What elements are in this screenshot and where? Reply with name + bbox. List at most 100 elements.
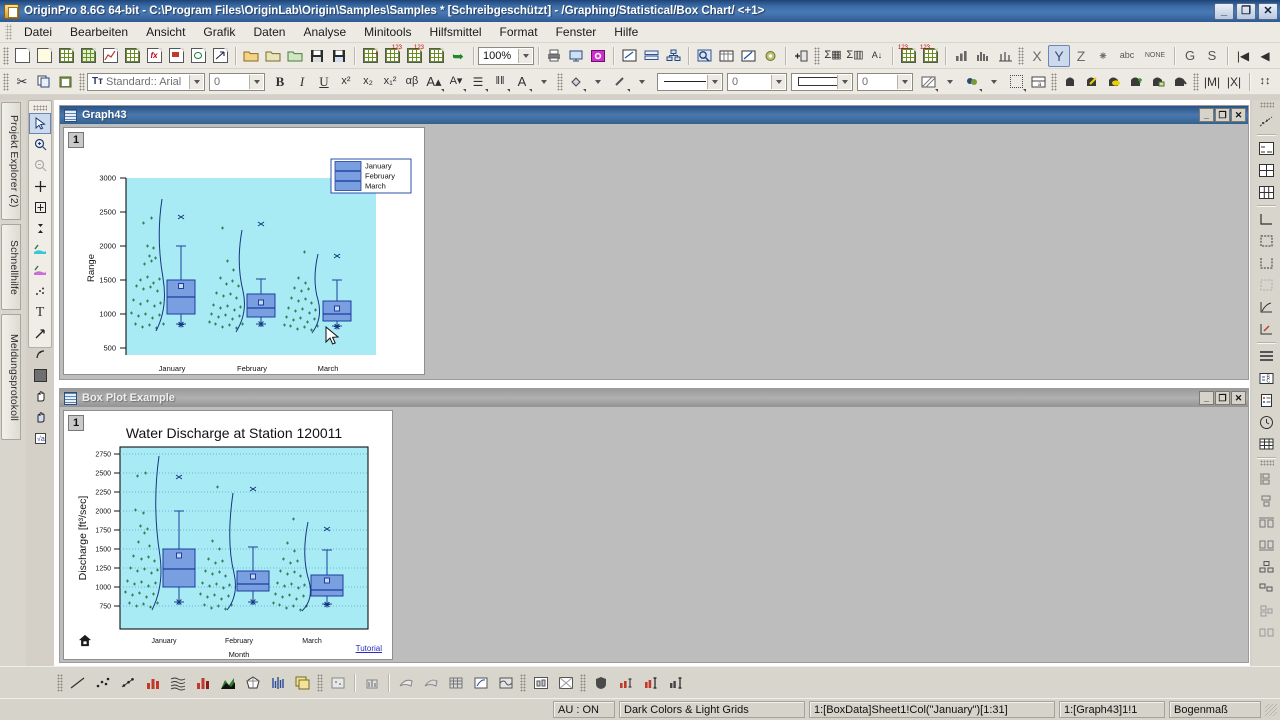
menu-ansicht[interactable]: Ansicht [137,23,194,41]
zoom-combo[interactable]: 100% [478,46,534,65]
font-combo[interactable]: Tᴛ Standard:: Arial [87,72,205,91]
set-as-x-button[interactable]: X [1026,45,1048,67]
wire-surface-icon[interactable] [393,671,418,695]
graph43-plot[interactable]: 3000 2500 2000 1500 1000 500 Range Janua… [64,128,426,376]
screen-reader-icon[interactable] [29,197,51,218]
super-subscript-button[interactable]: x₁² [379,71,401,93]
menu-grip-icon[interactable] [5,24,12,40]
align-palette-grip-icon[interactable] [1259,460,1274,466]
decrease-font-button[interactable]: A▾ [445,71,467,93]
scatter-matrix-icon[interactable] [553,671,578,695]
line-width-dropdown-arrow-icon[interactable] [771,74,785,89]
print-preview-button[interactable] [565,45,587,67]
polar-plot-icon[interactable] [240,671,265,695]
distribute-v-icon[interactable] [1254,578,1279,600]
line-color-dropdown[interactable] [631,71,653,93]
axis-none-icon[interactable] [1254,274,1279,296]
transparency-button[interactable] [1005,71,1027,93]
bar-3d-color-icon[interactable] [359,671,384,695]
high-low-close-icon[interactable] [265,671,290,695]
status-angle-unit[interactable]: Bogenmaß [1169,701,1261,718]
distribute-h-icon[interactable] [1254,556,1279,578]
open-template-button[interactable] [284,45,306,67]
fill-value-combo[interactable]: 0 [857,72,913,91]
tools-palette-grip-icon[interactable] [33,105,47,111]
plot-stack-button[interactable] [994,45,1016,67]
mask-button[interactable] [1169,71,1191,93]
fill-value-dropdown-arrow-icon[interactable] [897,74,911,89]
curved-arrow-icon[interactable] [29,344,51,365]
font-dropdown-arrow-icon[interactable] [189,74,203,89]
sort-button[interactable]: A↓ [866,45,888,67]
results-log-button[interactable] [640,45,662,67]
pan-x-icon[interactable] [29,407,51,428]
set-matrix-values-button[interactable]: 123 [919,45,941,67]
axis-frame-icon[interactable] [1254,252,1279,274]
rescale-button[interactable] [1125,71,1147,93]
minimize-button[interactable]: _ [1214,2,1234,20]
copy-button[interactable] [33,71,55,93]
justify-button[interactable]: ☰ [467,71,489,93]
menu-analyse[interactable]: Analyse [294,23,355,41]
horizontal-align-button[interactable]: ↕↗ [1276,71,1280,93]
underline-button[interactable]: U [313,71,335,93]
gear-button[interactable] [759,45,781,67]
code-builder-button[interactable] [693,45,715,67]
edit-mode-button[interactable] [1081,71,1103,93]
text-tool-icon[interactable]: T [29,302,51,323]
arrow-tool-icon[interactable] [29,323,51,344]
six-panel-icon[interactable] [1254,181,1279,203]
script-window-button[interactable] [737,45,759,67]
italic-button[interactable]: I [291,71,313,93]
fill-color-dropdown[interactable] [587,71,609,93]
mesh-icon[interactable] [443,671,468,695]
scatter-plot-icon[interactable] [90,671,115,695]
align-left-icon[interactable] [1254,468,1279,490]
equation-icon[interactable]: √a [29,428,51,449]
menu-hilfsmittel[interactable]: Hilfsmittel [421,23,491,41]
new-matrix-button[interactable] [121,45,143,67]
ungroup-objects-icon[interactable] [1254,622,1279,644]
right-palette-grip-icon[interactable] [1259,102,1274,108]
box-plot-plot[interactable]: Water Discharge at Station 120011 2750 2… [64,411,394,661]
axis-color-icon[interactable] [1254,318,1279,340]
menu-hilfe[interactable]: Hilfe [605,23,647,41]
speed-mode-button[interactable] [1103,71,1125,93]
new-notes-button[interactable] [187,45,209,67]
zoom-dropdown-arrow-icon[interactable] [518,48,532,63]
set-column-values-button[interactable]: 123 [897,45,919,67]
increase-font-button[interactable]: A▴ [423,71,445,93]
box-plot-maximize-button[interactable]: ❐ [1215,391,1230,405]
multi-panel-icon[interactable] [290,671,315,695]
pattern-color-dropdown[interactable] [983,71,1005,93]
graph-window-box-plot-example[interactable]: Box Plot Example _ ❐ ✕ 1 Water Discharge… [59,388,1249,663]
surface-3d-icon[interactable] [325,671,350,695]
line-plot-icon[interactable] [65,671,90,695]
new-folder-button[interactable] [33,45,55,67]
close-button[interactable]: ✕ [1258,2,1278,20]
save-template-button[interactable] [328,45,350,67]
pointer-icon[interactable] [29,113,51,134]
toolbar-grip-icon[interactable] [3,46,9,65]
fill-pattern-dropdown-arrow-icon[interactable] [837,74,851,89]
import-single-ascii-button[interactable]: 123 [381,45,403,67]
set-as-none-button[interactable]: NONE [1140,45,1170,67]
first-button[interactable]: |◀ [1232,45,1254,67]
set-as-z-button[interactable]: Z [1070,45,1092,67]
color-fill-surface-icon[interactable] [418,671,443,695]
greek-button[interactable]: αβ [401,71,423,93]
menu-grafik[interactable]: Grafik [194,23,244,41]
line-style-combo[interactable] [657,72,723,91]
shield-icon[interactable] [588,671,613,695]
pan-icon[interactable] [29,386,51,407]
exchange-xy-button[interactable]: |X| [1223,71,1245,93]
align-top-icon[interactable] [1254,512,1279,534]
axis-log-icon[interactable] [1254,296,1279,318]
font-size-dropdown-arrow-icon[interactable] [249,74,263,89]
pattern-color-button[interactable] [961,71,983,93]
data-selector-icon[interactable] [29,218,51,239]
menu-format[interactable]: Format [491,23,547,41]
new-export-button[interactable] [209,45,231,67]
open-excel-button[interactable] [262,45,284,67]
font-color-dropdown[interactable] [533,71,555,93]
